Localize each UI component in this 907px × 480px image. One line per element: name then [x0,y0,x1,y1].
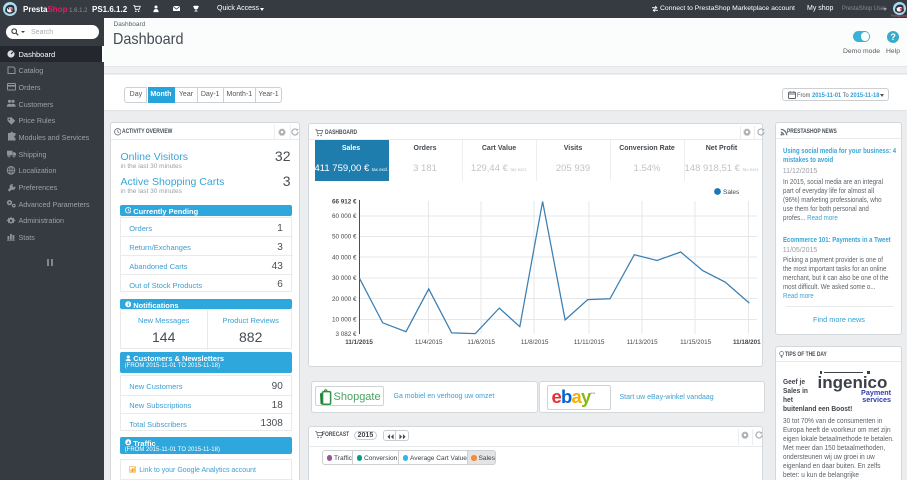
svg-text:3 082 €: 3 082 € [335,331,357,338]
svg-text:Sales: Sales [723,189,740,196]
svg-text:40 000 €: 40 000 € [332,254,357,261]
svg-text:11/18/2015: 11/18/2015 [733,339,761,346]
svg-text:50 000 €: 50 000 € [332,234,357,241]
svg-text:11/11/2015: 11/11/2015 [574,339,605,346]
svg-text:11/1/2015: 11/1/2015 [345,339,373,346]
svg-text:66 912 €: 66 912 € [332,198,357,205]
svg-text:30 000 €: 30 000 € [332,275,357,282]
svg-text:11/6/2015: 11/6/2015 [467,339,495,346]
svg-text:11/15/2015: 11/15/2015 [680,339,712,346]
svg-text:10 000 €: 10 000 € [332,316,357,323]
svg-text:60 000 €: 60 000 € [332,213,357,220]
svg-text:11/13/2015: 11/13/2015 [627,339,659,346]
svg-text:11/4/2015: 11/4/2015 [415,339,443,346]
svg-text:20 000 €: 20 000 € [332,296,357,303]
svg-text:11/8/2015: 11/8/2015 [521,339,549,346]
